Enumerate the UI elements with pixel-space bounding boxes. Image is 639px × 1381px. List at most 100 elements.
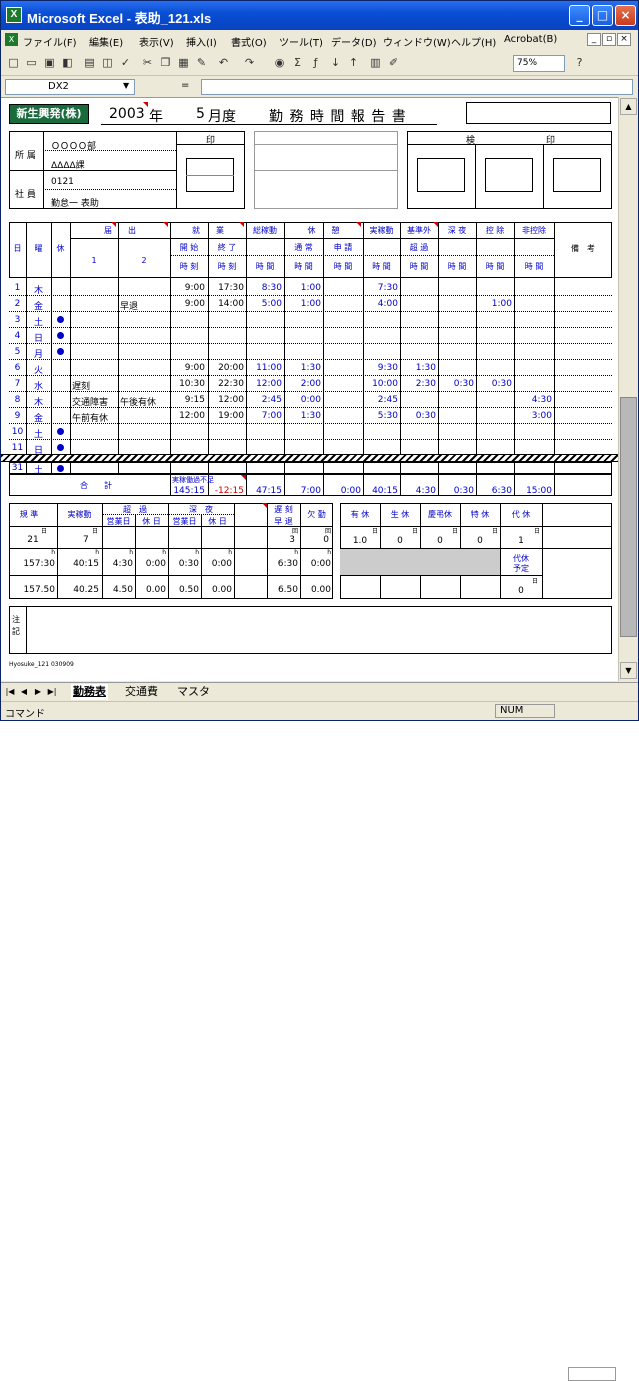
tab-kotsuhi[interactable]: 交通費	[123, 684, 160, 700]
menu-insert[interactable]: 挿入(I)	[186, 34, 217, 49]
row-dow: 月	[33, 350, 43, 360]
doc-minimize-button[interactable]: _	[587, 33, 601, 46]
undo-icon[interactable]: ↶	[215, 55, 232, 71]
cut-icon[interactable]: ✂	[139, 55, 156, 71]
col-jikan-label: 時 間	[255, 262, 275, 271]
next-sheet-icon[interactable]: ▶	[33, 686, 43, 698]
name-box-dropdown-icon[interactable]: ▼	[123, 81, 129, 90]
doc-close-button[interactable]: ×	[617, 33, 631, 46]
sum-shinya-eigyo: 営業日	[172, 517, 197, 526]
close-button[interactable]: ×	[615, 5, 636, 26]
row-dow: 金	[33, 302, 43, 312]
tab-master[interactable]: マスタ	[175, 684, 212, 700]
row-end: 12:00	[218, 395, 244, 405]
leave-yukyu-label: 有 休	[350, 510, 370, 519]
scroll-thumb[interactable]	[620, 397, 637, 637]
print-icon[interactable]: ▤	[81, 55, 98, 71]
sum-chikoku-decimal: 6.50	[277, 585, 298, 595]
menu-file[interactable]: ファイル(F)	[23, 34, 77, 49]
sum-chikoku-count: 3	[289, 535, 295, 545]
last-sheet-icon[interactable]: ▶|	[47, 686, 57, 698]
row-day: 11	[11, 443, 24, 453]
scroll-down-icon[interactable]: ▼	[620, 662, 637, 679]
minimize-button[interactable]: _	[569, 5, 590, 26]
approval-seal-2	[485, 158, 533, 192]
formula-input[interactable]	[201, 79, 633, 95]
row-dow: 土	[33, 318, 43, 328]
menu-tools[interactable]: ツール(T)	[279, 34, 323, 49]
row-todoke-1: 午前有休	[72, 414, 109, 424]
menu-help[interactable]: ヘルプ(H)	[451, 34, 496, 49]
workbook-icon[interactable]: X	[5, 33, 18, 46]
row-hikojo: 3:00	[531, 411, 552, 421]
spelling-icon[interactable]: ✓	[117, 55, 134, 71]
print-preview-icon[interactable]: ◫	[99, 55, 116, 71]
row-day: 5	[14, 347, 21, 357]
help-icon[interactable]: ?	[571, 55, 588, 71]
vertical-scrollbar[interactable]: ▲ ▼	[618, 97, 638, 681]
drawing-icon[interactable]: ✐	[385, 55, 402, 71]
holiday-mark	[57, 332, 64, 339]
redo-icon[interactable]: ↷	[241, 55, 258, 71]
menu-view[interactable]: 表示(V)	[139, 34, 174, 49]
permission-icon[interactable]: ◧	[59, 55, 76, 71]
leave-tokkyu-value: 0	[477, 536, 483, 546]
open-icon[interactable]: ▭	[23, 55, 40, 71]
menu-edit[interactable]: 編集(E)	[89, 34, 123, 49]
name-box[interactable]: DX2	[5, 79, 135, 95]
sum-kitei-decimal: 157.50	[23, 585, 56, 595]
tab-kinmuhyo[interactable]: 勤務表	[71, 684, 108, 700]
unit-kai-2: 回	[291, 528, 298, 535]
scroll-up-icon[interactable]: ▲	[620, 98, 637, 115]
zoom-select[interactable]: 75%	[513, 55, 565, 72]
window-title: Microsoft Excel - 表助_121.xls	[27, 11, 212, 26]
save-icon[interactable]: ▣	[41, 55, 58, 71]
paste-icon[interactable]: ▦	[175, 55, 192, 71]
maximize-button[interactable]: □	[592, 5, 613, 26]
menu-format[interactable]: 書式(O)	[231, 34, 267, 49]
col-end-jikoku: 時 刻	[217, 262, 237, 271]
worksheet[interactable]: 新生興発(株) 2003 年 5 月度 勤 務 時 間 報 告 書 所 属 ＯＯ…	[1, 97, 618, 681]
unit-day-1: 日	[40, 528, 47, 535]
format-painter-icon[interactable]: ✎	[193, 55, 210, 71]
menu-acrobat[interactable]: Acrobat(B)	[504, 34, 557, 45]
horizontal-scrollbar[interactable]	[568, 1367, 616, 1381]
remarks-box[interactable]	[9, 606, 612, 654]
prev-sheet-icon[interactable]: ◀	[19, 686, 29, 698]
header-note-box	[466, 102, 611, 124]
row-total: 7:00	[261, 411, 282, 421]
row-dow: 土	[33, 430, 43, 440]
copy-icon[interactable]: ❐	[157, 55, 174, 71]
total-diff: -12:15	[214, 486, 244, 496]
new-icon[interactable]: □	[5, 55, 22, 71]
doc-restore-button[interactable]: ▫	[602, 33, 616, 46]
report-year: 2003	[109, 106, 145, 122]
row-jitsu: 5:30	[377, 411, 398, 421]
sort-asc-icon[interactable]: ↓	[327, 55, 344, 71]
col-kojo: 控 除	[485, 226, 505, 235]
sum-chikoku-hours: 6:30	[277, 559, 298, 569]
function-icon[interactable]: ƒ	[307, 55, 324, 71]
row-start: 9:15	[184, 395, 205, 405]
col-jikan-label: 時 間	[294, 262, 313, 271]
row-tsujo: 1:00	[300, 299, 321, 309]
row-end: 14:00	[218, 299, 244, 309]
row-day: 8	[14, 395, 21, 405]
sort-desc-icon[interactable]: ↑	[345, 55, 362, 71]
sum-choka-label: 超 過	[123, 505, 147, 514]
unit-hour: h	[327, 549, 331, 556]
hyperlink-icon[interactable]: ◉	[271, 55, 288, 71]
menu-window[interactable]: ウィンドウ(W)	[383, 34, 451, 49]
autosum-icon[interactable]: Σ	[289, 55, 306, 71]
row-start: 10:30	[179, 379, 205, 389]
leave-keicho-value: 0	[437, 536, 443, 546]
menu-data[interactable]: データ(D)	[331, 34, 377, 49]
first-sheet-icon[interactable]: |◀	[5, 686, 15, 698]
footer-code: Hyosuke_121 030909	[9, 661, 74, 668]
unit-day: 日	[491, 528, 498, 535]
grid-col-line	[208, 222, 209, 454]
chart-wizard-icon[interactable]: ▥	[367, 55, 384, 71]
row-dow: 木	[33, 286, 43, 296]
sum-choka-eigyo: 営業日	[106, 517, 131, 526]
unit-hour: h	[294, 549, 298, 556]
